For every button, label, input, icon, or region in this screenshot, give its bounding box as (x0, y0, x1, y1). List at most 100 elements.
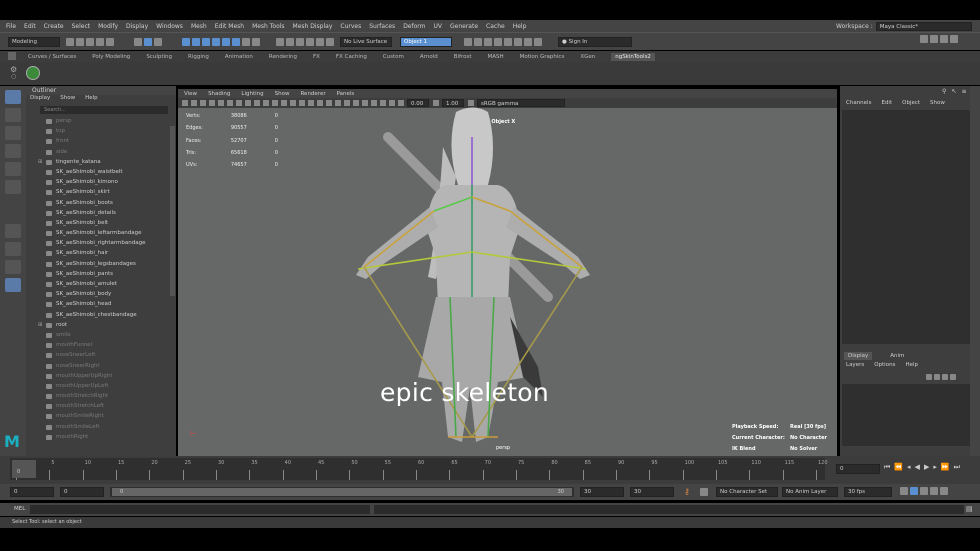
outliner-item[interactable]: SK_aeShimobi_skirt (26, 187, 176, 197)
color-management-icon[interactable] (468, 100, 474, 106)
menu-generate[interactable]: Generate (450, 23, 478, 30)
magnet2-icon[interactable] (326, 37, 334, 46)
play-back-icon[interactable]: ◀ (915, 463, 920, 472)
menu-modify[interactable]: Modify (98, 23, 118, 30)
select-hierarchy-icon[interactable] (134, 37, 142, 46)
textured-icon[interactable] (308, 100, 314, 106)
ambient-occlusion-icon[interactable] (335, 100, 341, 106)
safe-action-icon[interactable] (263, 100, 269, 106)
cache-playback-icon[interactable] (910, 487, 918, 495)
output-icon[interactable] (306, 37, 314, 46)
outliner-item[interactable]: mouthSmileLeft (26, 422, 176, 432)
menu-surfaces[interactable]: Surfaces (369, 23, 395, 30)
channel-menu-object[interactable]: Object (902, 100, 920, 106)
layer-menu-options[interactable]: Options (874, 362, 895, 368)
viewport-menu-shading[interactable]: Shading (208, 91, 230, 97)
character-set-dropdown[interactable]: No Character Set (716, 487, 778, 497)
object-field[interactable]: Object 1 (400, 36, 452, 47)
shelf-tab-rendering[interactable]: Rendering (269, 54, 297, 60)
outliner-item[interactable]: persp (26, 116, 176, 126)
step-forward-key-icon[interactable]: ⏩ (941, 463, 950, 472)
range-slider[interactable]: 0 30 (110, 487, 574, 497)
outliner-item[interactable]: mouthFunnel (26, 340, 176, 350)
outliner-item[interactable]: SK_aeShimobi_amulet (26, 279, 176, 289)
tool-settings-icon[interactable] (940, 35, 948, 43)
current-frame-field[interactable]: 0 (836, 464, 880, 474)
step-back-frame-icon[interactable]: ◂ (907, 463, 911, 472)
four-view-icon[interactable] (5, 242, 21, 256)
new-layer-selected-icon[interactable] (950, 374, 956, 380)
figure-icon[interactable]: ⚲ (942, 88, 946, 95)
camera-icon[interactable] (182, 100, 188, 106)
menu-edit-mesh[interactable]: Edit Mesh (215, 23, 244, 30)
gamma-field[interactable]: 1.00 (442, 99, 464, 107)
grid-icon[interactable] (218, 100, 224, 106)
snap-plane-icon[interactable] (212, 37, 220, 46)
render-frame-icon[interactable] (464, 37, 472, 46)
select-objects-icon[interactable] (144, 37, 152, 46)
attribute-editor-tabs[interactable] (970, 86, 980, 456)
redo-icon[interactable] (106, 37, 114, 46)
outliner-item[interactable]: SK_aeShimobi_chestbandage (26, 310, 176, 320)
loop-icon[interactable] (900, 487, 908, 495)
outliner-item[interactable]: SK_aeShimobi_waistbelt (26, 167, 176, 177)
render-settings-icon[interactable] (494, 37, 502, 46)
magnet-icon[interactable] (252, 37, 260, 46)
render-sequence-icon[interactable] (474, 37, 482, 46)
shelf-tab-ngskintools2[interactable]: ngSkinTools2 (611, 52, 655, 61)
shelf-toggle-icon[interactable]: ○ (11, 73, 16, 80)
outliner-item[interactable]: mouthStretchRight (26, 391, 176, 401)
two-view-icon[interactable] (5, 260, 21, 274)
viewport-menu-panels[interactable]: Panels (337, 91, 355, 97)
rotate-tool-icon[interactable] (5, 162, 21, 176)
step-forward-frame-icon[interactable]: ▸ (933, 463, 937, 472)
layer-tab-display[interactable]: Display (844, 352, 873, 360)
viewport-menu-view[interactable]: View (184, 91, 197, 97)
menu-mesh-tools[interactable]: Mesh Tools (252, 23, 284, 30)
xray-joints-icon[interactable] (380, 100, 386, 106)
fps-dropdown[interactable]: 30 fps (844, 487, 892, 497)
select-components-icon[interactable] (154, 37, 162, 46)
prefs-icon[interactable] (930, 487, 938, 495)
layer-up-icon[interactable] (926, 374, 932, 380)
outliner-item[interactable]: noseSneerRight (26, 361, 176, 371)
sign-in-button[interactable]: ● Sign In (558, 36, 632, 47)
lights-icon[interactable] (317, 100, 323, 106)
open-scene-icon[interactable] (76, 37, 84, 46)
speaker-icon[interactable] (920, 487, 928, 495)
shelf-tab-mash[interactable]: MASH (487, 54, 503, 60)
color-space-dropdown[interactable]: sRGB gamma (477, 99, 565, 107)
menu-mesh-display[interactable]: Mesh Display (293, 23, 333, 30)
outliner-item[interactable]: mouthRight (26, 432, 176, 442)
mode-dropdown[interactable]: Modeling (8, 36, 60, 47)
menu-file[interactable]: File (6, 23, 16, 30)
smooth-shade-icon[interactable] (290, 100, 296, 106)
layer-tab-anim[interactable]: Anim (886, 352, 908, 360)
outliner-item[interactable]: mouthUpperUpRight (26, 371, 176, 381)
xray-active-icon[interactable] (389, 100, 395, 106)
exposure-icon[interactable] (398, 100, 404, 106)
outliner-item[interactable]: ⊞ tingente_katana (26, 157, 176, 167)
workspace-dropdown[interactable]: Maya Classic* (875, 22, 972, 31)
menu-display[interactable]: Display (126, 23, 148, 30)
go-to-start-icon[interactable]: ⏮ (884, 463, 890, 472)
menu-mesh[interactable]: Mesh (191, 23, 207, 30)
shelf-tab-arnold[interactable]: Arnold (420, 54, 438, 60)
viewport-menu-renderer[interactable]: Renderer (300, 91, 325, 97)
lasso-tool-icon[interactable] (5, 108, 21, 122)
outliner-item[interactable]: side (26, 147, 176, 157)
shelf-tab-sculpting[interactable]: Sculpting (146, 54, 172, 60)
shadows-icon[interactable] (326, 100, 332, 106)
layer-down-icon[interactable] (934, 374, 940, 380)
playback-start-field[interactable]: 0 (60, 487, 104, 497)
save-scene-icon[interactable] (86, 37, 94, 46)
expand-icon[interactable]: ⊞ (38, 320, 43, 330)
pause-icon[interactable] (534, 37, 542, 46)
construction-icon[interactable] (286, 37, 294, 46)
outliner-item[interactable]: SK_aeShimobi_rightarmbandage (26, 238, 176, 248)
scale-tool-icon[interactable] (5, 180, 21, 194)
menu-curves[interactable]: Curves (340, 23, 361, 30)
script-editor-icon[interactable]: ▤ (966, 505, 973, 513)
range-slider-handle[interactable]: 0 30 (112, 488, 572, 496)
hypershade-icon[interactable] (504, 37, 512, 46)
